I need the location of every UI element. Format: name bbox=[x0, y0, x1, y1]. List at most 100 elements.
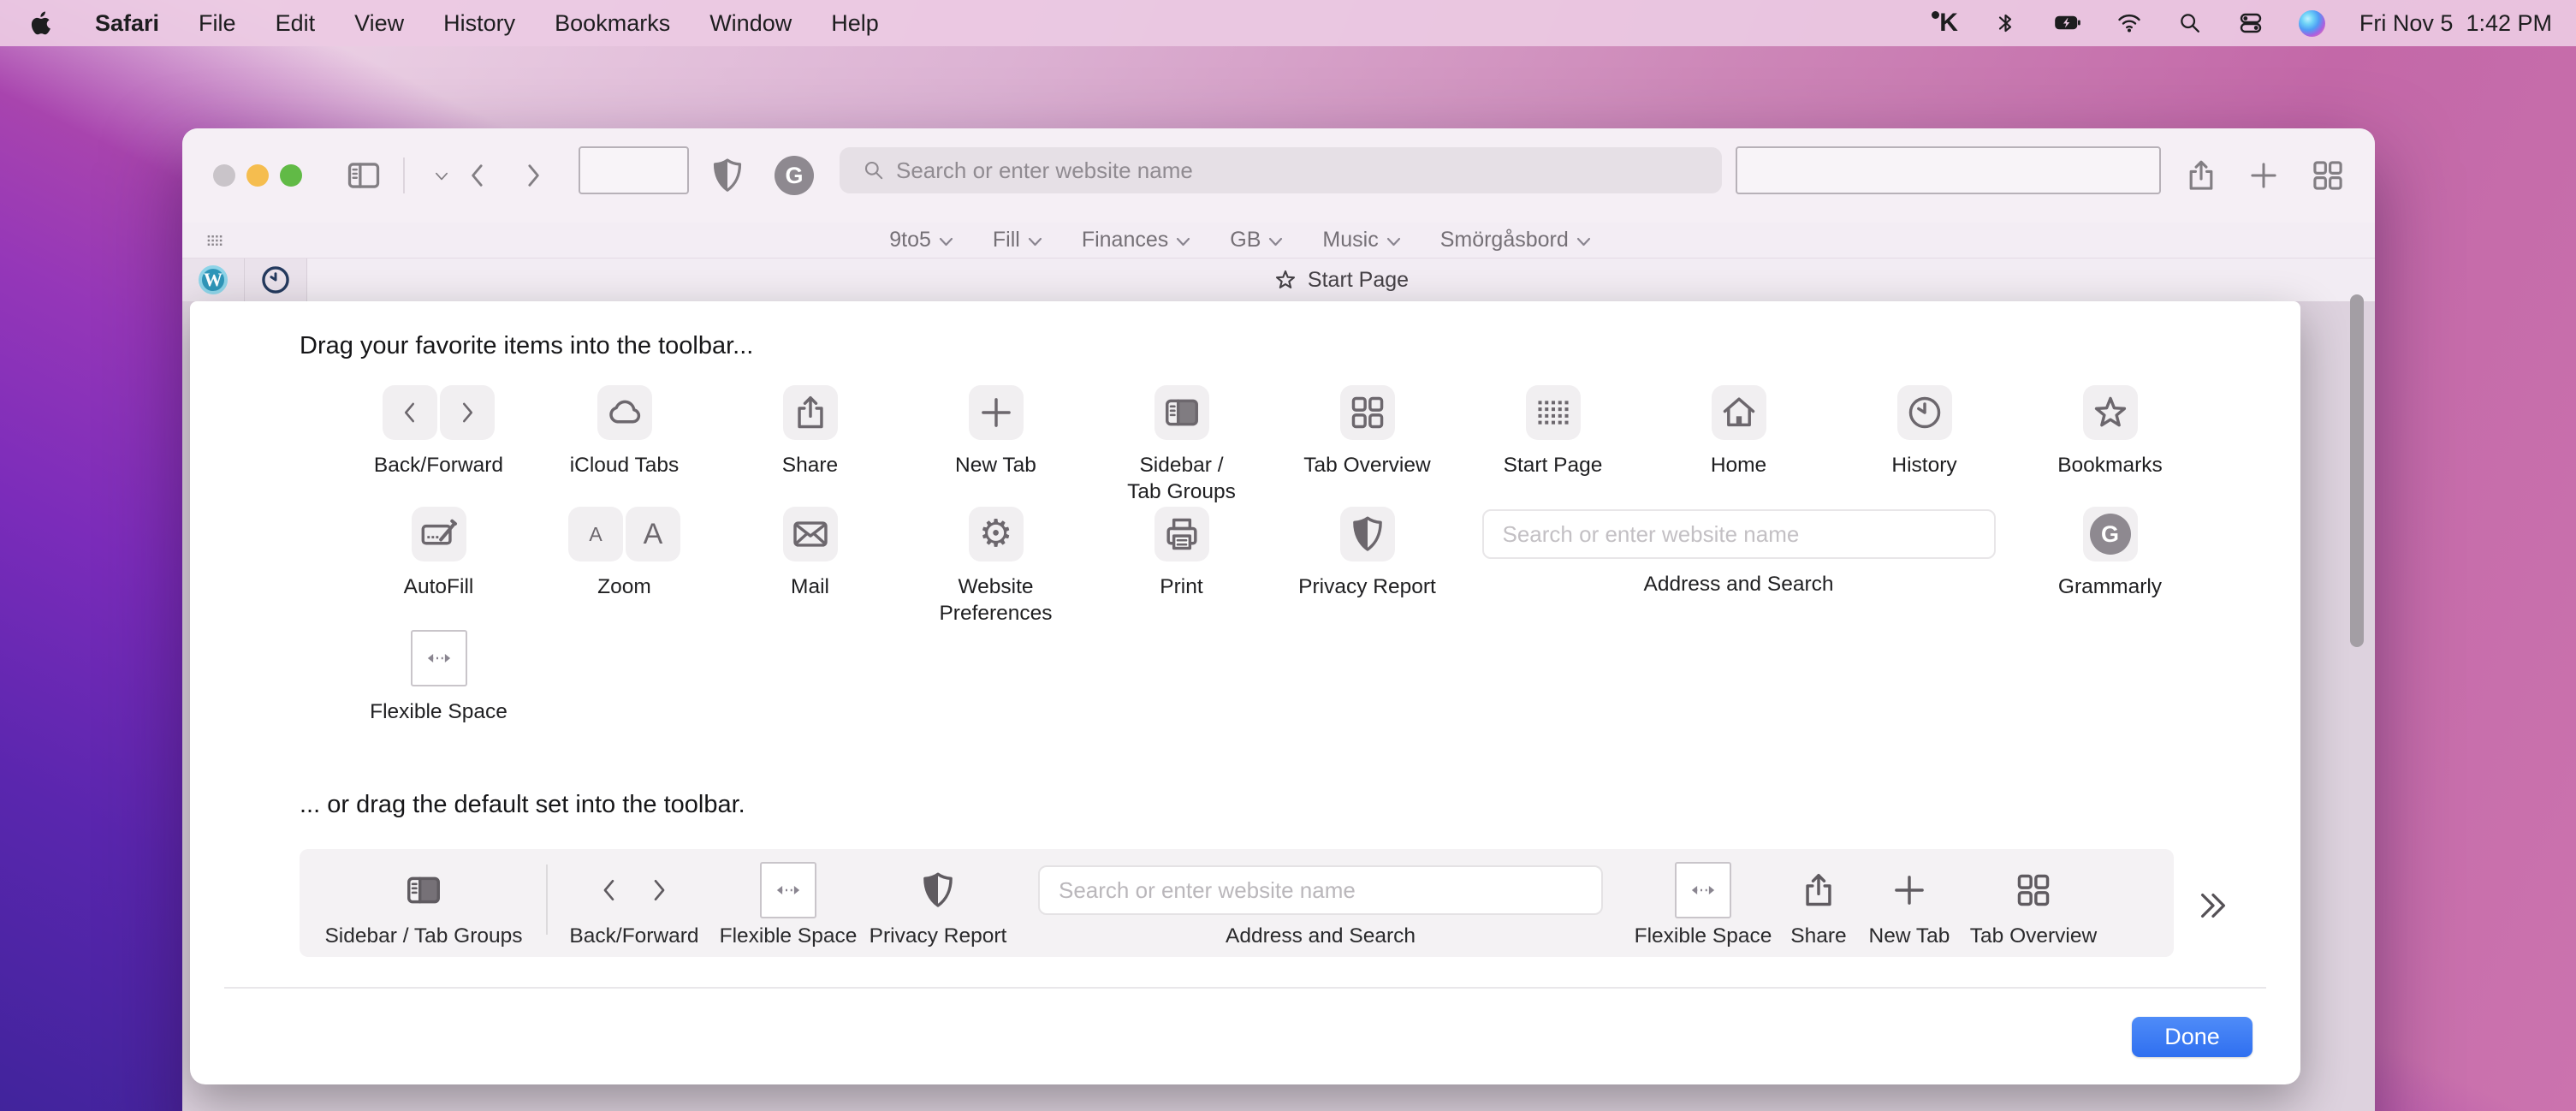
palette-item-label: Tab Overview bbox=[1303, 454, 1431, 477]
clock-icon bbox=[260, 264, 291, 295]
palette-item-address-and-search[interactable]: Address and Search bbox=[1460, 507, 2017, 597]
chevron-right-icon bbox=[644, 875, 674, 906]
toolbar-drop-well[interactable] bbox=[579, 146, 689, 194]
default-item-sidebar-tab-groups[interactable]: Sidebar / Tab Groups bbox=[317, 863, 531, 948]
favorite-label: 9to5 bbox=[889, 228, 931, 252]
wifi-icon[interactable] bbox=[2116, 8, 2143, 39]
favorite-music[interactable]: Music bbox=[1322, 228, 1400, 253]
zoom-window-button[interactable] bbox=[280, 164, 302, 187]
palette-item-flexible-space[interactable]: Flexible Space bbox=[346, 630, 531, 725]
pinned-tab-history[interactable] bbox=[245, 258, 307, 301]
default-item-share[interactable]: Share bbox=[1776, 863, 1861, 948]
address-search-field[interactable] bbox=[1038, 865, 1603, 915]
overflow-chevron-icon[interactable] bbox=[2194, 887, 2232, 924]
palette-item-zoom[interactable]: A A Zoom bbox=[531, 507, 717, 600]
palette-item-start-page[interactable]: Start Page bbox=[1460, 385, 1646, 478]
apple-logo-icon[interactable] bbox=[29, 8, 56, 39]
address-search-input[interactable] bbox=[896, 157, 1666, 184]
bluetooth-icon[interactable] bbox=[1992, 8, 2020, 39]
menu-bookmarks[interactable]: Bookmarks bbox=[555, 10, 670, 37]
favorites-grid-icon[interactable] bbox=[203, 229, 227, 253]
favorite-gb[interactable]: GB bbox=[1230, 228, 1283, 253]
scrollbar-thumb[interactable] bbox=[2350, 294, 2364, 647]
chevron-left-icon bbox=[383, 385, 437, 440]
mail-icon bbox=[782, 507, 838, 561]
siri-icon[interactable] bbox=[2298, 8, 2325, 39]
palette-item-icloud-tabs[interactable]: iCloud Tabs bbox=[531, 385, 717, 478]
palette-item-label: AutoFill bbox=[403, 575, 474, 598]
default-item-flexible-space[interactable]: Flexible Space bbox=[715, 862, 861, 948]
default-item-back-forward[interactable]: Back/Forward bbox=[553, 863, 715, 948]
address-bar[interactable] bbox=[840, 147, 1722, 193]
back-button[interactable] bbox=[461, 159, 494, 192]
address-search-input[interactable] bbox=[1502, 520, 1965, 548]
default-item-address-and-search[interactable]: Address and Search bbox=[1021, 863, 1620, 948]
palette-item-print[interactable]: Print bbox=[1089, 507, 1274, 600]
palette-item-autofill[interactable]: AutoFill bbox=[346, 507, 531, 600]
palette-item-grammarly[interactable]: G Grammarly bbox=[2017, 507, 2203, 600]
favorite-fill[interactable]: Fill bbox=[993, 228, 1042, 253]
palette-item-privacy-report[interactable]: Privacy Report bbox=[1274, 507, 1460, 600]
default-item-privacy-report[interactable]: Privacy Report bbox=[861, 863, 1015, 948]
menu-view[interactable]: View bbox=[354, 10, 404, 37]
favorite-label: Smörgåsbord bbox=[1439, 228, 1569, 252]
done-button[interactable]: Done bbox=[2132, 1017, 2253, 1057]
flex-space-icon bbox=[410, 630, 467, 686]
clock-icon bbox=[1896, 385, 1952, 440]
minimize-window-button[interactable] bbox=[246, 164, 269, 187]
plus-icon bbox=[1890, 870, 1929, 910]
control-center-icon[interactable] bbox=[2237, 8, 2264, 39]
tab-group-chevron-icon[interactable] bbox=[432, 167, 451, 186]
grammarly-extension-button[interactable]: G bbox=[775, 156, 814, 195]
address-search-field[interactable] bbox=[1481, 509, 1996, 559]
menu-edit[interactable]: Edit bbox=[276, 10, 316, 37]
menu-file[interactable]: File bbox=[199, 10, 236, 37]
printer-icon bbox=[1154, 507, 1209, 561]
palette-item-sidebar-tab-groups[interactable]: Sidebar / Tab Groups bbox=[1089, 385, 1274, 505]
shield-half-icon bbox=[918, 870, 958, 910]
default-item-flexible-space[interactable]: Flexible Space bbox=[1630, 862, 1776, 948]
menu-history[interactable]: History bbox=[443, 10, 515, 37]
default-item-tab-overview[interactable]: Tab Overview bbox=[1961, 863, 2106, 948]
palette-item-back-forward[interactable]: Back/Forward bbox=[346, 385, 531, 478]
menu-safari[interactable]: Safari bbox=[95, 10, 159, 37]
menu-bar-clock[interactable]: Fri Nov 5 1:42 PM bbox=[2359, 10, 2552, 37]
default-toolbar-set[interactable]: Sidebar / Tab Groups Back/Forward Flexible… bbox=[300, 849, 2174, 957]
spotlight-icon[interactable] bbox=[2177, 8, 2203, 39]
palette-item-share[interactable]: Share bbox=[717, 385, 903, 478]
new-tab-button[interactable] bbox=[2246, 157, 2282, 193]
menu-bar: Safari File Edit View History Bookmarks Window… bbox=[0, 0, 2576, 46]
zoom-out-icon: A bbox=[568, 507, 623, 561]
palette-item-new-tab[interactable]: New Tab bbox=[903, 385, 1089, 478]
toolbar-drop-well[interactable] bbox=[1736, 146, 2161, 194]
palette-item-bookmarks[interactable]: Bookmarks bbox=[2017, 385, 2203, 478]
palette-item-tab-overview[interactable]: Tab Overview bbox=[1274, 385, 1460, 478]
tab-start-page[interactable]: Start Page bbox=[307, 258, 2375, 301]
menu-window[interactable]: Window bbox=[709, 10, 792, 37]
cloud-icon bbox=[597, 385, 652, 440]
privacy-report-shield-icon[interactable] bbox=[709, 157, 746, 194]
pinned-tab-wordpress[interactable]: W bbox=[182, 258, 245, 301]
k-logo-icon[interactable]: K bbox=[1932, 8, 1958, 39]
share-button[interactable] bbox=[2183, 157, 2219, 193]
palette-item-mail[interactable]: Mail bbox=[717, 507, 903, 600]
safari-window: G 9to5 Fill Finances GB Music Smörgåsbord W S… bbox=[182, 128, 2375, 1111]
address-search-input[interactable] bbox=[1059, 876, 1572, 904]
palette-item-label: Print bbox=[1160, 575, 1203, 598]
palette-item-history[interactable]: History bbox=[1831, 385, 2017, 478]
palette-item-label: Address and Search bbox=[1643, 573, 1834, 596]
default-item-new-tab[interactable]: New Tab bbox=[1861, 863, 1957, 948]
battery-icon[interactable] bbox=[2054, 8, 2081, 39]
share-icon bbox=[1799, 870, 1838, 910]
palette-item-website-preferences[interactable]: ⚙ Website Preferences bbox=[903, 507, 1089, 627]
menu-help[interactable]: Help bbox=[831, 10, 879, 37]
status-icons: K bbox=[1932, 8, 2325, 39]
tab-overview-button[interactable] bbox=[2310, 157, 2346, 193]
favorite-9to5[interactable]: 9to5 bbox=[889, 228, 953, 253]
palette-item-home[interactable]: Home bbox=[1646, 385, 1831, 478]
sidebar-button[interactable] bbox=[345, 157, 383, 194]
favorite-sm-rg-sbord[interactable]: Smörgåsbord bbox=[1440, 228, 1591, 253]
close-window-button[interactable] bbox=[213, 164, 235, 187]
forward-button[interactable] bbox=[517, 159, 549, 192]
favorite-finances[interactable]: Finances bbox=[1082, 228, 1190, 253]
